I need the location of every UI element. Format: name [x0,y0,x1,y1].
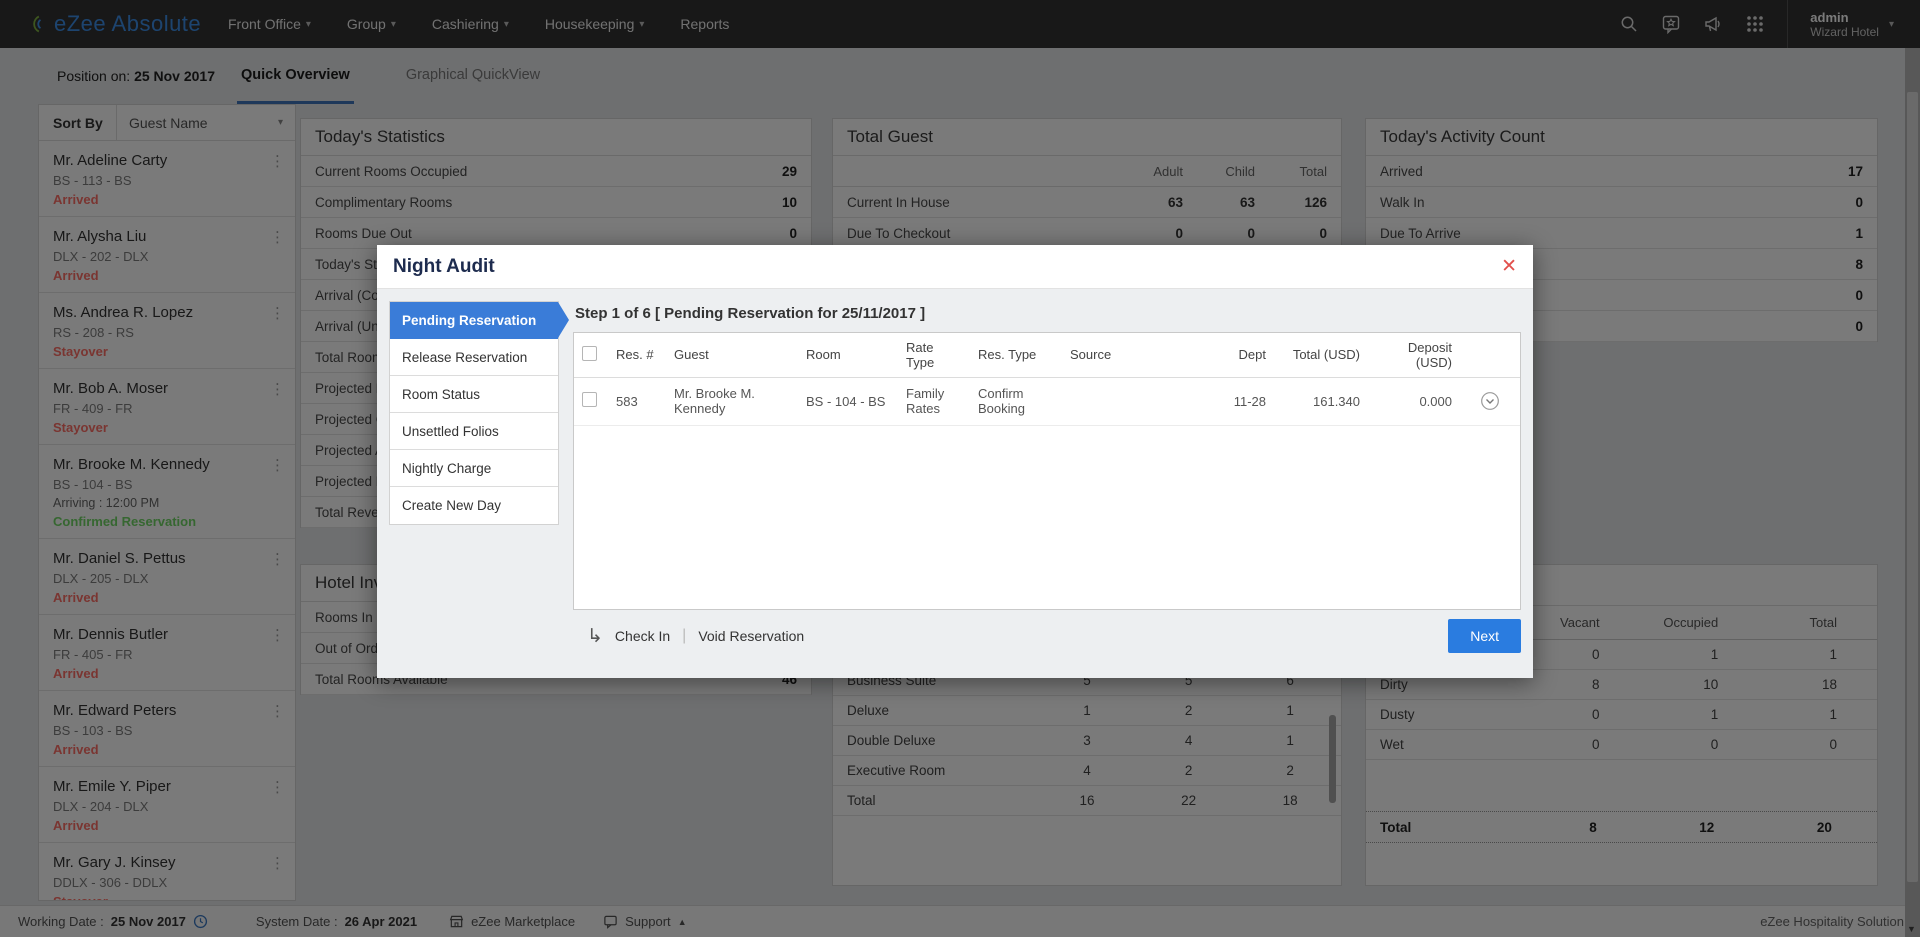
night-audit-step-tab[interactable]: Nightly Charge [390,450,558,487]
column-header-res-type: Res. Type [970,333,1062,377]
modal-content: Step 1 of 6 [ Pending Reservation for 25… [573,301,1521,665]
close-icon[interactable]: ✕ [1501,257,1517,276]
deposit-line1: Deposit [1408,340,1452,355]
night-audit-modal: Night Audit ✕ Pending Reservation Releas… [377,245,1533,678]
void-reservation-button[interactable]: Void Reservation [698,628,804,644]
next-button[interactable]: Next [1448,619,1521,653]
res-no-value: 583 [608,377,666,425]
app-root: eZee Absolute Front Office ▾ Group ▾ Cas… [0,0,1920,937]
step-title: Step 1 of 6 [ Pending Reservation for 25… [575,305,1521,322]
modal-actions: ↳ Check In | Void Reservation Next [573,619,1521,653]
column-header-deposit: Deposit (USD) [1368,333,1460,377]
deposit-line2: (USD) [1416,355,1452,370]
check-in-button[interactable]: Check In [615,628,670,644]
reservation-rows: 583 Mr. Brooke M. Kennedy BS - 104 - BS … [574,377,1520,425]
deposit-value: 0.000 [1368,377,1460,425]
modal-header: Night Audit ✕ [377,245,1533,289]
redirect-arrow-icon: ↳ [587,625,603,648]
night-audit-step-tab[interactable]: Release Reservation [390,339,558,376]
rate-type-value: Family Rates [898,377,970,425]
night-audit-step-tab[interactable]: Pending Reservation [390,302,558,339]
pending-reservation-table: Res. # Guest Room Rate Type Res. Type So… [574,333,1520,426]
column-header-guest: Guest [666,333,798,377]
row-checkbox[interactable] [582,392,597,407]
modal-body: Pending Reservation Release Reservation … [377,289,1533,677]
step-tab-label: Create New Day [402,498,501,513]
column-header-res-no: Res. # [608,333,666,377]
column-header-source: Source [1062,333,1202,377]
night-audit-steps: Pending Reservation Release Reservation … [389,301,559,525]
column-header-total: Total (USD) [1274,333,1368,377]
night-audit-step-tab[interactable]: Room Status [390,376,558,413]
step-tab-label: Unsettled Folios [402,424,499,439]
step-tab-label: Pending Reservation [402,313,536,328]
column-header-rate-type: Rate Type [898,333,970,377]
expand-chevron-icon[interactable] [1480,391,1500,411]
select-all-checkbox[interactable] [582,346,597,361]
total-value: 161.340 [1274,377,1368,425]
dept-value: 11-28 [1202,377,1274,425]
expander-column [1460,333,1520,377]
step-tab-label: Release Reservation [402,350,527,365]
night-audit-step-tab[interactable]: Unsettled Folios [390,413,558,450]
modal-title: Night Audit [393,256,495,278]
pending-reservation-table-box: Res. # Guest Room Rate Type Res. Type So… [573,332,1521,610]
expand-cell [1460,377,1520,425]
action-separator: | [682,627,686,645]
step-tab-label: Room Status [402,387,480,402]
reservation-row[interactable]: 583 Mr. Brooke M. Kennedy BS - 104 - BS … [574,377,1520,425]
source-value [1062,377,1202,425]
step-tab-label: Nightly Charge [402,461,491,476]
room-value: BS - 104 - BS [798,377,898,425]
column-header-dept: Dept [1202,333,1274,377]
table-header-row: Res. # Guest Room Rate Type Res. Type So… [574,333,1520,377]
select-all-cell [574,333,608,377]
night-audit-step-tab[interactable]: Create New Day [390,487,558,524]
row-select-cell [574,377,608,425]
column-header-room: Room [798,333,898,377]
res-type-value: Confirm Booking [970,377,1062,425]
guest-value: Mr. Brooke M. Kennedy [666,377,798,425]
